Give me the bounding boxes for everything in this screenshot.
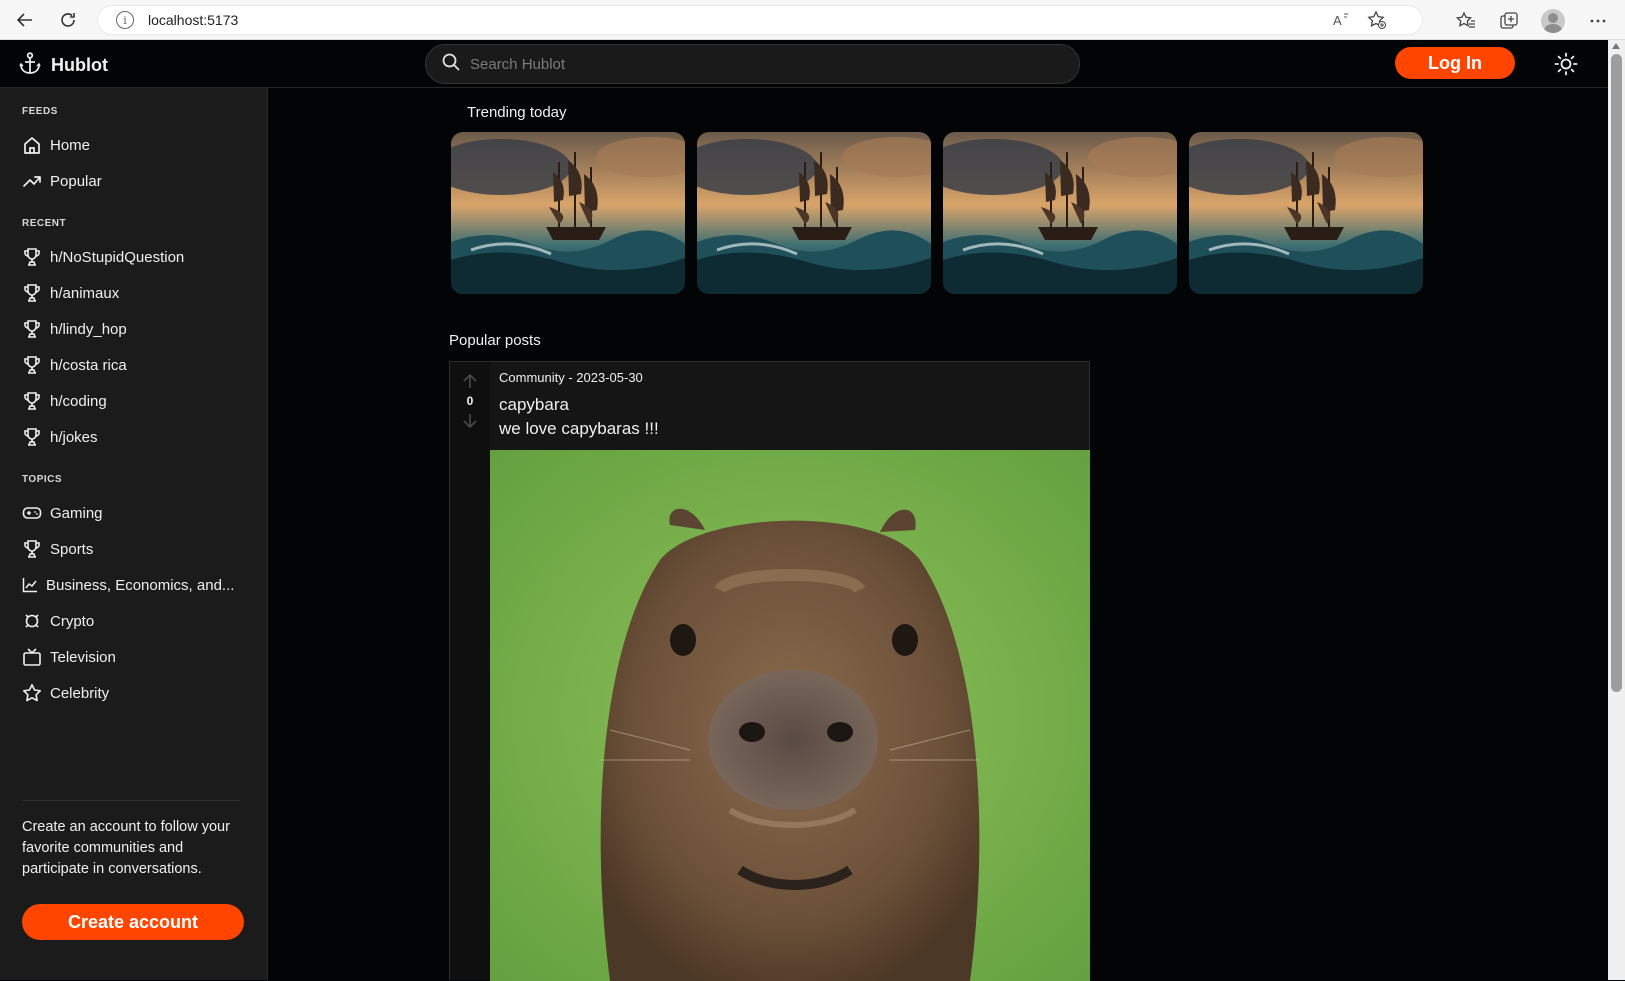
sidebar-item-label: h/jokes — [50, 428, 98, 446]
search-icon — [442, 53, 460, 76]
ship-image — [451, 132, 685, 294]
sidebar-item-label: Gaming — [50, 504, 103, 522]
gamepad-icon — [22, 503, 42, 523]
scroll-thumb[interactable] — [1611, 54, 1622, 692]
signup-promo-text: Create an account to follow your favorit… — [22, 819, 230, 877]
sidebar-item-television[interactable]: Television — [22, 645, 116, 669]
trophy-icon — [22, 427, 42, 447]
sidebar-item-recent[interactable]: h/coding — [22, 389, 107, 413]
profile-icon[interactable] — [1540, 8, 1566, 34]
sidebar-item-crypto[interactable]: Crypto — [22, 609, 94, 633]
browser-toolbar: i localhost:5173 A — [0, 0, 1625, 40]
sidebar-divider — [22, 800, 240, 801]
address-bar[interactable]: i localhost:5173 A — [97, 5, 1423, 35]
svg-text:A: A — [1333, 13, 1342, 28]
sidebar-item-recent[interactable]: h/costa rica — [22, 353, 127, 377]
logo[interactable]: Hublot — [18, 51, 108, 80]
sidebar-item-business[interactable]: Business, Economics, and... — [22, 573, 234, 597]
post-title[interactable]: capybara — [499, 395, 569, 415]
trophy-icon — [22, 247, 42, 267]
trophy-icon — [22, 319, 42, 339]
trending-card[interactable] — [697, 132, 931, 294]
login-button[interactable]: Log In — [1395, 47, 1515, 79]
ship-image — [1189, 132, 1423, 294]
sidebar-item-gaming[interactable]: Gaming — [22, 501, 103, 525]
upvote-icon[interactable] — [461, 372, 479, 395]
sidebar-item-label: Sports — [50, 540, 94, 558]
sidebar-item-home[interactable]: Home — [22, 133, 90, 157]
downvote-icon[interactable] — [461, 412, 479, 435]
trending-card[interactable] — [943, 132, 1177, 294]
sidebar-item-recent[interactable]: h/lindy_hop — [22, 317, 127, 341]
trophy-icon — [22, 539, 42, 559]
sidebar-item-label: Popular — [50, 172, 102, 190]
ship-image — [697, 132, 931, 294]
sidebar-item-sports[interactable]: Sports — [22, 537, 93, 561]
info-icon[interactable]: i — [116, 11, 134, 29]
vote-column: 0 — [450, 362, 490, 980]
sidebar-item-recent[interactable]: h/NoStupidQuestion — [22, 245, 184, 269]
home-icon — [22, 135, 42, 155]
back-arrow-icon[interactable] — [13, 8, 37, 32]
sidebar: FEEDS Home Popular RECENT h/NoStupidQues… — [0, 88, 268, 980]
sidebar-item-label: h/coding — [50, 392, 107, 410]
trending-heading: Trending today — [467, 104, 567, 121]
app-header: Hublot Log In — [0, 40, 1608, 88]
search-input[interactable] — [470, 55, 1030, 73]
post-card[interactable]: 0 Community - 2023-05-30 capybara we lov… — [449, 361, 1090, 981]
sidebar-item-label: Business, Economics, and... — [46, 576, 235, 594]
sidebar-item-recent[interactable]: h/animaux — [22, 281, 119, 305]
trending-icon — [22, 171, 42, 191]
sidebar-item-label: Celebrity — [50, 684, 110, 702]
trending-card[interactable] — [1189, 132, 1423, 294]
logo-text: Hublot — [51, 55, 108, 75]
star-icon — [22, 683, 42, 703]
add-favorite-icon[interactable] — [1364, 7, 1390, 33]
sidebar-item-label: h/lindy_hop — [50, 320, 127, 338]
page-scrollbar[interactable] — [1608, 40, 1625, 980]
crypto-icon — [22, 611, 42, 631]
sun-icon[interactable] — [1553, 51, 1579, 77]
post-body: we love capybaras !!! — [499, 419, 659, 438]
trophy-icon — [22, 283, 42, 303]
post-meta: Community - 2023-05-30 — [499, 370, 643, 385]
refresh-icon[interactable] — [56, 8, 80, 32]
feeds-heading: FEEDS — [22, 106, 58, 117]
sidebar-item-label: h/costa rica — [50, 356, 127, 374]
sidebar-item-label: h/NoStupidQuestion — [50, 248, 185, 266]
sidebar-item-label: h/animaux — [50, 284, 120, 302]
read-aloud-icon[interactable]: A — [1328, 7, 1354, 33]
sidebar-item-label: Television — [50, 648, 116, 666]
vote-count: 0 — [466, 394, 474, 408]
sidebar-item-recent[interactable]: h/jokes — [22, 425, 98, 449]
sidebar-item-celebrity[interactable]: Celebrity — [22, 681, 109, 705]
trending-card[interactable] — [451, 132, 685, 294]
post-image[interactable] — [490, 450, 1090, 981]
capybara-image — [490, 450, 1090, 981]
sidebar-item-label: Home — [50, 136, 91, 154]
ship-image — [943, 132, 1177, 294]
create-account-button[interactable]: Create account — [22, 904, 244, 940]
trophy-icon — [22, 391, 42, 411]
tv-icon — [22, 647, 42, 667]
scroll-up-icon[interactable] — [1612, 43, 1620, 49]
collections-icon[interactable] — [1496, 8, 1522, 34]
chart-icon — [22, 575, 38, 595]
anchor-icon — [18, 51, 42, 80]
sidebar-item-popular[interactable]: Popular — [22, 169, 102, 193]
search-bar[interactable] — [425, 44, 1080, 84]
trophy-icon — [22, 355, 42, 375]
popular-posts-heading: Popular posts — [449, 332, 541, 349]
recent-heading: RECENT — [22, 218, 67, 229]
topics-heading: TOPICS — [22, 474, 63, 485]
sidebar-item-label: Crypto — [50, 612, 95, 630]
url-text: localhost:5173 — [148, 12, 239, 28]
more-icon[interactable] — [1585, 8, 1611, 34]
favorites-icon[interactable] — [1453, 8, 1479, 34]
